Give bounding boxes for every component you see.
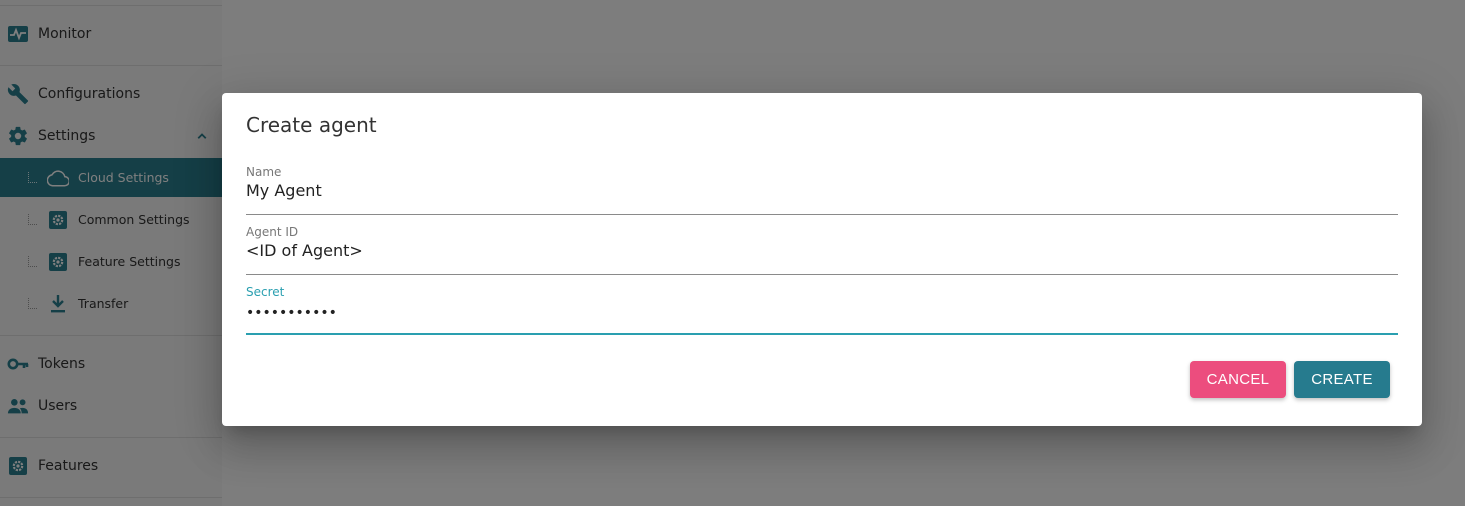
secret-field-underline	[246, 333, 1398, 335]
secret-field[interactable]: Secret •••••••••••	[246, 285, 1398, 335]
cancel-button[interactable]: CANCEL	[1190, 361, 1286, 398]
create-agent-dialog: Create agent Name My Agent Agent ID <ID …	[222, 93, 1422, 426]
agent-id-input[interactable]: <ID of Agent>	[246, 241, 363, 260]
agent-id-field-underline	[246, 274, 1398, 275]
name-field-label: Name	[246, 165, 282, 179]
create-button[interactable]: CREATE	[1294, 361, 1390, 398]
name-input[interactable]: My Agent	[246, 181, 322, 200]
agent-id-field-label: Agent ID	[246, 225, 299, 239]
secret-field-label: Secret	[246, 285, 285, 299]
agent-id-field[interactable]: Agent ID <ID of Agent>	[246, 225, 1398, 275]
name-field-underline	[246, 214, 1398, 215]
secret-input[interactable]: •••••••••••	[246, 305, 337, 321]
dialog-title: Create agent	[246, 113, 377, 137]
name-field[interactable]: Name My Agent	[246, 165, 1398, 215]
